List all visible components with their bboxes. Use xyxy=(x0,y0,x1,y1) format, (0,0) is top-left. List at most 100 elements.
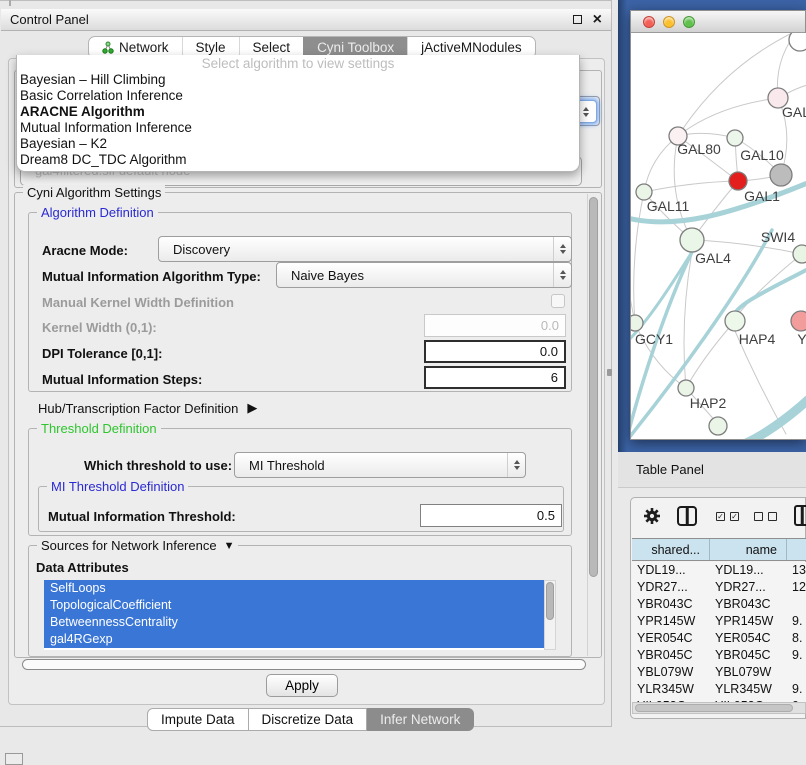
table-cell: YBR043C xyxy=(710,596,787,613)
table-row[interactable]: YDL19...YDL19...13 xyxy=(632,562,806,579)
hub-definition-label: Hub/Transcription Factor Definition xyxy=(38,401,238,416)
table-row[interactable]: YBL079WYBL079W xyxy=(632,664,806,681)
bottom-tab-impute-data[interactable]: Impute Data xyxy=(147,708,249,731)
select-all-columns-icon[interactable]: ✓✓ xyxy=(716,512,739,521)
node-label: GAL10 xyxy=(740,147,784,163)
network-canvas[interactable]: GALGAL80GAL10GAL1GAL11GAL4SWI4GCY1HAP4YH… xyxy=(631,33,806,439)
network-node-gal10[interactable] xyxy=(727,130,743,146)
column-header-name[interactable]: name xyxy=(710,539,787,560)
attribute-item-gal4rgexp[interactable]: gal4RGexp xyxy=(44,631,544,648)
mi-threshold-label: Mutual Information Threshold: xyxy=(48,509,236,524)
settings-scrollbar-thumb[interactable] xyxy=(589,197,598,577)
table-panel-titlebar: Table Panel xyxy=(618,452,806,488)
column-manager-icon[interactable] xyxy=(677,506,697,526)
network-edge[interactable] xyxy=(634,192,644,323)
network-edge[interactable] xyxy=(744,398,806,439)
network-node[interactable] xyxy=(789,33,806,51)
deselect-all-columns-icon[interactable] xyxy=(754,512,777,521)
network-edge[interactable] xyxy=(644,181,738,192)
mi-threshold-input[interactable] xyxy=(420,504,562,527)
table-row[interactable]: YER054CYER054C8. xyxy=(632,630,806,647)
mi-steps-label: Mutual Information Steps: xyxy=(42,372,202,387)
zoom-traffic-light[interactable] xyxy=(683,16,695,28)
table-row[interactable]: YBR045CYBR045C9. xyxy=(632,647,806,664)
algorithm-option-mutual-information-inference[interactable]: Mutual Information Inference xyxy=(17,120,579,136)
float-window-icon[interactable] xyxy=(573,15,582,24)
network-node-hap2[interactable] xyxy=(678,380,694,396)
table-row[interactable]: YDR27...YDR27...12 xyxy=(632,579,806,596)
close-icon[interactable]: × xyxy=(593,12,602,28)
algorithm-select-popup: Select algorithm to view settings Bayesi… xyxy=(16,55,580,172)
table-cell: YER054C xyxy=(632,630,710,647)
table-row[interactable]: YBR043CYBR043C xyxy=(632,596,806,613)
close-traffic-light[interactable] xyxy=(643,16,655,28)
combo-stepper-icon xyxy=(553,237,571,261)
table-cell: 9. xyxy=(787,613,806,630)
table-cell: YBL079W xyxy=(710,664,787,681)
network-edge[interactable] xyxy=(678,33,792,136)
network-node-y[interactable] xyxy=(791,311,806,331)
attributes-scrollbar-thumb[interactable] xyxy=(546,582,554,620)
kernel-width-label: Kernel Width (0,1): xyxy=(42,320,157,335)
attribute-item-selfloops[interactable]: SelfLoops xyxy=(44,580,544,597)
network-edge[interactable] xyxy=(684,252,692,388)
network-node-gal4[interactable] xyxy=(680,228,704,252)
bottom-tab-infer-network[interactable]: Infer Network xyxy=(367,708,474,731)
table-hscrollbar-thumb[interactable] xyxy=(635,704,793,712)
network-node[interactable] xyxy=(770,164,792,186)
column-header-shared[interactable]: shared... xyxy=(632,539,710,560)
network-node-hap4[interactable] xyxy=(725,311,745,331)
mi-steps-input[interactable] xyxy=(424,366,566,389)
algorithm-option-aracne-algorithm[interactable]: ARACNE Algorithm xyxy=(17,104,579,120)
algorithm-option-bayesian-hill-climbing[interactable]: Bayesian – Hill Climbing xyxy=(17,72,579,88)
table-cell: YDR27... xyxy=(632,579,710,596)
table-panel-title: Table Panel xyxy=(636,462,704,477)
aracne-mode-combo[interactable]: Discovery xyxy=(158,236,572,262)
network-node-swi4[interactable] xyxy=(793,245,806,263)
table-row[interactable]: YPR145WYPR145W9. xyxy=(632,613,806,630)
network-edge[interactable] xyxy=(678,98,778,136)
bottom-tab-discretize-data[interactable]: Discretize Data xyxy=(249,708,368,731)
table-cell: YLR345W xyxy=(632,681,710,698)
which-threshold-label: Which threshold to use: xyxy=(84,458,232,473)
toolbar-partial-icon[interactable] xyxy=(794,505,806,526)
algorithm-popup-items: Bayesian – Hill ClimbingBasic Correlatio… xyxy=(17,72,579,168)
network-node-gcy1[interactable] xyxy=(631,315,643,331)
expand-right-icon: ▶ xyxy=(247,400,257,416)
algorithm-option-bayesian-k2[interactable]: Bayesian – K2 xyxy=(17,136,579,152)
network-node[interactable] xyxy=(709,417,727,435)
algorithm-option-dream8-dc-tdc-algorithm[interactable]: Dream8 DC_TDC Algorithm xyxy=(17,152,579,168)
data-attributes-label: Data Attributes xyxy=(36,560,129,575)
node-label: HAP2 xyxy=(690,395,727,411)
table-header-row: shared...name xyxy=(632,538,806,561)
panel-splitter-handle[interactable] xyxy=(607,369,612,376)
which-threshold-combo[interactable]: MI Threshold xyxy=(234,452,526,478)
node-label: GAL4 xyxy=(695,250,731,266)
table-hscrollbar[interactable] xyxy=(632,702,806,714)
table-cell: 8. xyxy=(787,630,806,647)
attribute-item-betweennesscentrality[interactable]: BetweennessCentrality xyxy=(44,614,544,631)
mi-type-value: Naive Bayes xyxy=(277,268,553,283)
expand-down-icon[interactable]: ▼ xyxy=(224,540,235,552)
minimize-traffic-light[interactable] xyxy=(663,16,675,28)
control-panel-title: Control Panel xyxy=(10,12,89,27)
attribute-item-topologicalcoefficient[interactable]: TopologicalCoefficient xyxy=(44,597,544,614)
gear-icon[interactable] xyxy=(643,507,661,525)
node-label: SWI4 xyxy=(761,229,795,245)
algorithm-option-basic-correlation-inference[interactable]: Basic Correlation Inference xyxy=(17,88,579,104)
dpi-tolerance-input[interactable] xyxy=(424,340,566,363)
table-cell: 9. xyxy=(787,647,806,664)
hub-definition-expander[interactable]: Hub/Transcription Factor Definition ▶ xyxy=(38,400,257,416)
settings-hscrollbar[interactable] xyxy=(22,659,586,670)
apply-button[interactable]: Apply xyxy=(266,674,338,697)
network-edge[interactable] xyxy=(740,254,802,312)
network-icon xyxy=(102,41,114,54)
collapsed-panel-button[interactable] xyxy=(5,753,23,765)
network-edge[interactable] xyxy=(644,136,678,192)
column-header-partial[interactable] xyxy=(787,539,806,560)
network-window-titlebar[interactable] xyxy=(631,11,805,33)
mi-type-combo[interactable]: Naive Bayes xyxy=(276,262,572,288)
combo-stepper-icon xyxy=(507,453,525,477)
table-row[interactable]: YLR345WYLR345W9. xyxy=(632,681,806,698)
desktop-left-edge xyxy=(618,0,627,452)
